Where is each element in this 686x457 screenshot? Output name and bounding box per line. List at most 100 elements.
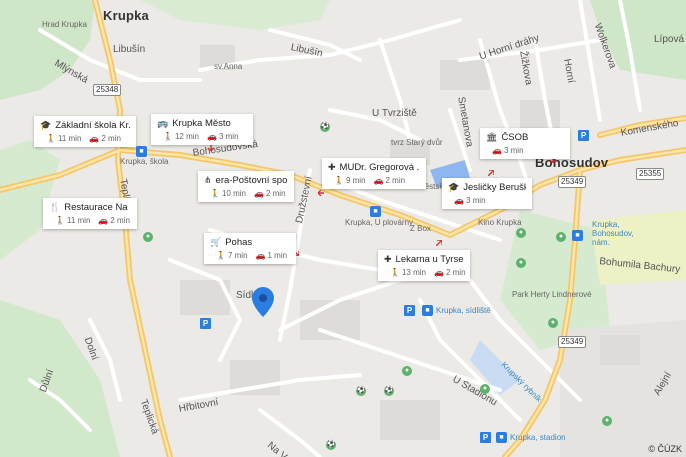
bus-stop-icon[interactable]: ■ [496, 432, 507, 443]
bus-stop-icon[interactable]: ■ [370, 206, 381, 217]
road-shield: 25355 [636, 168, 665, 180]
car-icon: 🚗 [206, 132, 217, 141]
street-label: Krupka, škola [120, 157, 169, 166]
car-icon: 🚗 [373, 176, 384, 185]
poi-card-pohas[interactable]: 🛒 Pohas 🚶 7 min 🚗 1 min [204, 233, 296, 264]
car-icon: 🚗 [492, 146, 502, 155]
copyright-notice: © ČÚZK [648, 444, 682, 454]
direction-arrow-icon [318, 190, 324, 196]
bus-stop-icon[interactable]: ■ [136, 146, 147, 157]
medical-icon: ✚ [384, 254, 392, 264]
drive-time: 3 min [218, 132, 239, 141]
poi-card-csob[interactable]: 🏛 ČSOB 🚗 3 min [480, 128, 570, 159]
poi-card-title: Jesličky Beruška [463, 182, 526, 193]
street-label: Kino Krupka [478, 218, 522, 227]
drive-time: 2 min [445, 268, 466, 277]
poi-card-title: Lekarna u Tyrse [395, 254, 464, 265]
walk-time: 13 min [401, 268, 426, 277]
parking-icon[interactable]: P [404, 305, 415, 316]
poi-card-title: ČSOB [501, 132, 529, 143]
park-icon[interactable]: ● [556, 232, 566, 242]
poi-card-title: Pohas [225, 237, 253, 248]
town-label-krupka: Krupka [103, 8, 149, 23]
road-shield: 25349 [558, 176, 587, 188]
drive-time: 3 min [503, 146, 524, 155]
park-icon[interactable]: ● [516, 228, 526, 238]
school-icon: 🎓 [448, 182, 460, 192]
park-icon[interactable]: ● [143, 232, 153, 242]
street-label: Z Box [410, 224, 431, 233]
park-icon[interactable]: ● [402, 366, 412, 376]
school-icon: 🎓 [40, 120, 52, 130]
direction-arrow-icon [208, 145, 214, 151]
park-icon[interactable]: ● [480, 384, 490, 394]
drive-time: 2 min [265, 189, 286, 198]
direction-arrow-icon [488, 170, 494, 176]
park-icon[interactable]: ● [516, 258, 526, 268]
drive-time: 1 min [267, 251, 288, 260]
park-icon[interactable]: ● [548, 318, 558, 328]
walk-icon: 🚶 [163, 132, 173, 141]
poi-card-title: era-Poštovní spoř... [215, 175, 288, 186]
bank-icon: 🏛 [486, 132, 498, 142]
sports-icon[interactable]: ⚽ [320, 122, 330, 132]
parking-icon[interactable]: P [480, 432, 491, 443]
sports-icon[interactable]: ⚽ [356, 386, 366, 396]
walk-time: 7 min [227, 251, 248, 260]
direction-arrow-icon [436, 240, 442, 246]
street-label: Lípová [654, 34, 685, 45]
shopping-cart-icon: 🛒 [210, 237, 222, 247]
car-icon: 🚗 [89, 134, 100, 143]
sports-icon[interactable]: ⚽ [384, 386, 394, 396]
street-label: sv.Anna [214, 62, 243, 71]
walk-icon: 🚶 [55, 216, 65, 225]
street-label: Libušín [113, 44, 146, 55]
road-shield: 25349 [558, 336, 587, 348]
car-icon: 🚗 [454, 196, 464, 205]
road-shield: 25348 [93, 84, 122, 96]
walk-time: 11 min [57, 134, 82, 143]
bus-stop-icon[interactable]: ■ [422, 305, 433, 316]
street-label: Hrad Krupka [42, 20, 87, 29]
street-label: Krupka, Bohosudov, nám. [592, 220, 634, 247]
poi-card-zakladni-skola[interactable]: 🎓 Základní škola Kr... 🚶 11 min 🚗 2 min [34, 116, 136, 147]
walk-time: 12 min [174, 132, 199, 141]
location-pin-icon[interactable] [252, 287, 274, 317]
car-icon: 🚗 [433, 268, 444, 277]
street-label: Krupka, sídliště [436, 306, 491, 315]
walk-time: 11 min [66, 216, 91, 225]
restaurant-icon: 🍴 [49, 202, 61, 212]
car-icon: 🚗 [255, 251, 266, 260]
walk-icon: 🚶 [210, 189, 220, 198]
car-icon: 🚗 [98, 216, 109, 225]
park-icon[interactable]: ● [602, 416, 612, 426]
walk-icon: 🚶 [46, 134, 56, 143]
drive-time: 3 min [465, 196, 486, 205]
poi-card-title: MUDr. Gregorová ... [339, 162, 420, 173]
street-label: Krupka, U plovárny [345, 218, 414, 227]
poi-card-title: Základní škola Kr... [55, 120, 130, 131]
network-icon: ⋔ [204, 175, 212, 185]
walk-time: 9 min [345, 176, 366, 185]
parking-icon[interactable]: P [578, 130, 589, 141]
poi-card-lekarna[interactable]: ✚ Lekarna u Tyrse 🚶 13 min 🚗 2 min [378, 250, 470, 281]
poi-card-krupka-mesto[interactable]: 🚌 Krupka Město 🚶 12 min 🚗 3 min [151, 114, 253, 145]
drive-time: 2 min [110, 216, 130, 225]
street-label: U Tvrziště [372, 108, 417, 119]
sports-icon[interactable]: ⚽ [326, 440, 336, 450]
walk-time: 10 min [221, 189, 246, 198]
poi-card-mudr-gregorova[interactable]: ✚ MUDr. Gregorová ... 🚶 9 min 🚗 2 min [322, 158, 426, 189]
car-icon: 🚗 [253, 189, 264, 198]
walk-icon: 🚶 [216, 251, 226, 260]
street-label: Park Herty Lindnerové [512, 290, 592, 299]
poi-card-jeslicky-beruska[interactable]: 🎓Jesličky Beruška 🚗3 min [442, 178, 532, 209]
parking-icon[interactable]: P [200, 318, 211, 329]
walk-icon: 🚶 [334, 176, 344, 185]
street-label: Krupka, stadion [510, 433, 566, 442]
map-view[interactable]: Krupka Bohosudov Hrad Krupka Libušín Lib… [0, 0, 686, 457]
bus-stop-icon[interactable]: ■ [572, 230, 583, 241]
poi-card-restaurace[interactable]: 🍴Restaurace Na R... 🚶11 min 🚗2 min [43, 198, 137, 229]
poi-card-posta[interactable]: ⋔era-Poštovní spoř... 🚶10 min 🚗2 min [198, 171, 294, 202]
medical-icon: ✚ [328, 162, 336, 172]
poi-card-title: Restaurace Na R... [64, 202, 131, 213]
